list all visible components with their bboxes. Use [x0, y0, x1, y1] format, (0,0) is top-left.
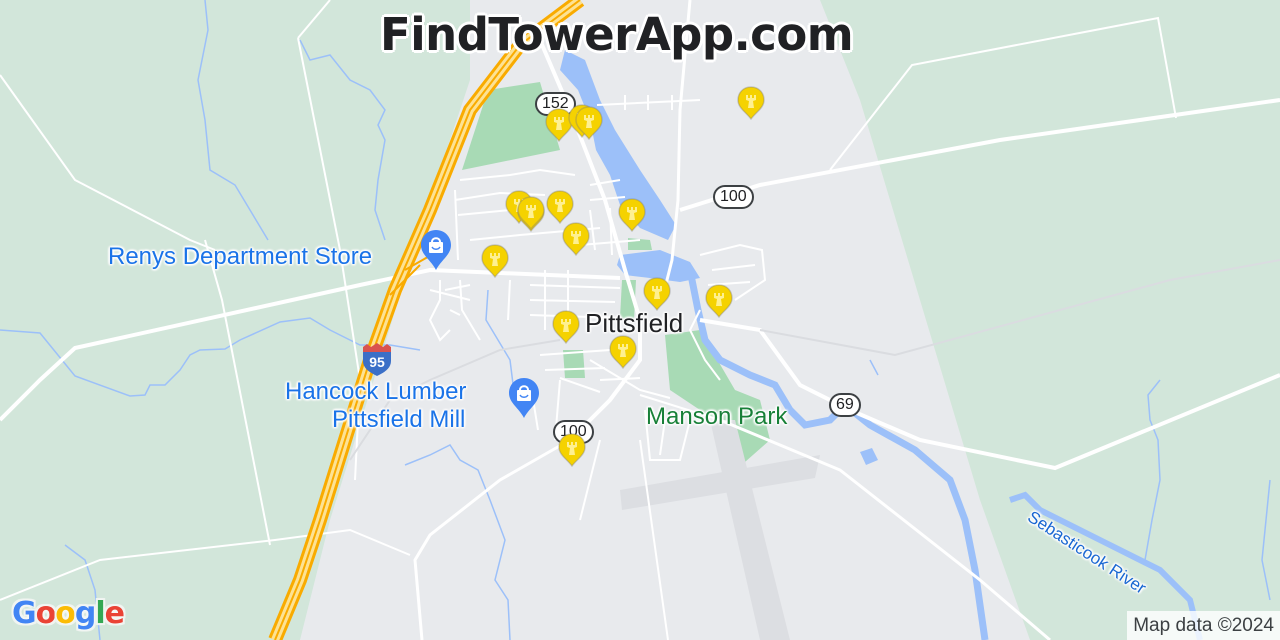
park-area — [563, 350, 585, 378]
shopping-bag-icon[interactable] — [419, 228, 453, 272]
cell-tower-icon — [737, 86, 765, 121]
google-logo-letter: g — [74, 596, 97, 631]
cell-tower-icon — [517, 196, 545, 231]
route-shield-100-north: 100 — [713, 185, 754, 209]
cell-tower-marker[interactable] — [643, 277, 671, 312]
cell-tower-marker[interactable] — [609, 335, 637, 370]
cell-tower-marker[interactable] — [558, 433, 586, 468]
cell-tower-marker[interactable] — [517, 196, 545, 231]
poi-label-hancock-line2[interactable]: Pittsfield Mill — [332, 408, 465, 432]
town-label-pittsfield: Pittsfield — [585, 308, 684, 338]
park-label-manson: Manson Park — [646, 403, 788, 430]
google-logo-letter: G — [12, 596, 37, 631]
cell-tower-marker[interactable] — [481, 244, 509, 279]
cell-tower-icon — [643, 277, 671, 312]
cell-tower-marker[interactable] — [552, 310, 580, 345]
route-shield-69: 69 — [829, 393, 861, 417]
cell-tower-icon — [552, 310, 580, 345]
shopping-bag-icon[interactable] — [507, 376, 541, 420]
map-attribution[interactable]: Map data ©2024 — [1127, 611, 1280, 640]
cell-tower-icon — [609, 335, 637, 370]
interstate-95-number: 95 — [369, 354, 385, 370]
google-logo-letter: l — [95, 596, 105, 631]
cell-tower-icon — [481, 244, 509, 279]
google-logo-letter: e — [104, 596, 125, 631]
google-logo-letter: o — [35, 596, 57, 631]
cell-tower-marker[interactable] — [737, 86, 765, 121]
cell-tower-icon — [546, 190, 574, 225]
cell-tower-icon — [705, 284, 733, 319]
cell-tower-marker[interactable] — [705, 284, 733, 319]
cell-tower-icon — [562, 222, 590, 257]
poi-label-hancock-line1[interactable]: Hancock Lumber — [285, 380, 466, 404]
poi-label-renys[interactable]: Renys Department Store — [108, 245, 372, 269]
cell-tower-marker[interactable] — [546, 190, 574, 225]
cell-tower-marker[interactable] — [618, 198, 646, 233]
google-logo: Google — [12, 596, 125, 631]
cell-tower-marker[interactable] — [575, 106, 603, 141]
interstate-95-shield: 95 — [361, 343, 393, 382]
cell-tower-icon — [575, 106, 603, 141]
site-title: FindTowerApp.com — [380, 8, 854, 61]
google-logo-letter: o — [55, 596, 76, 631]
cell-tower-icon — [558, 433, 586, 468]
cell-tower-icon — [618, 198, 646, 233]
cell-tower-marker[interactable] — [562, 222, 590, 257]
